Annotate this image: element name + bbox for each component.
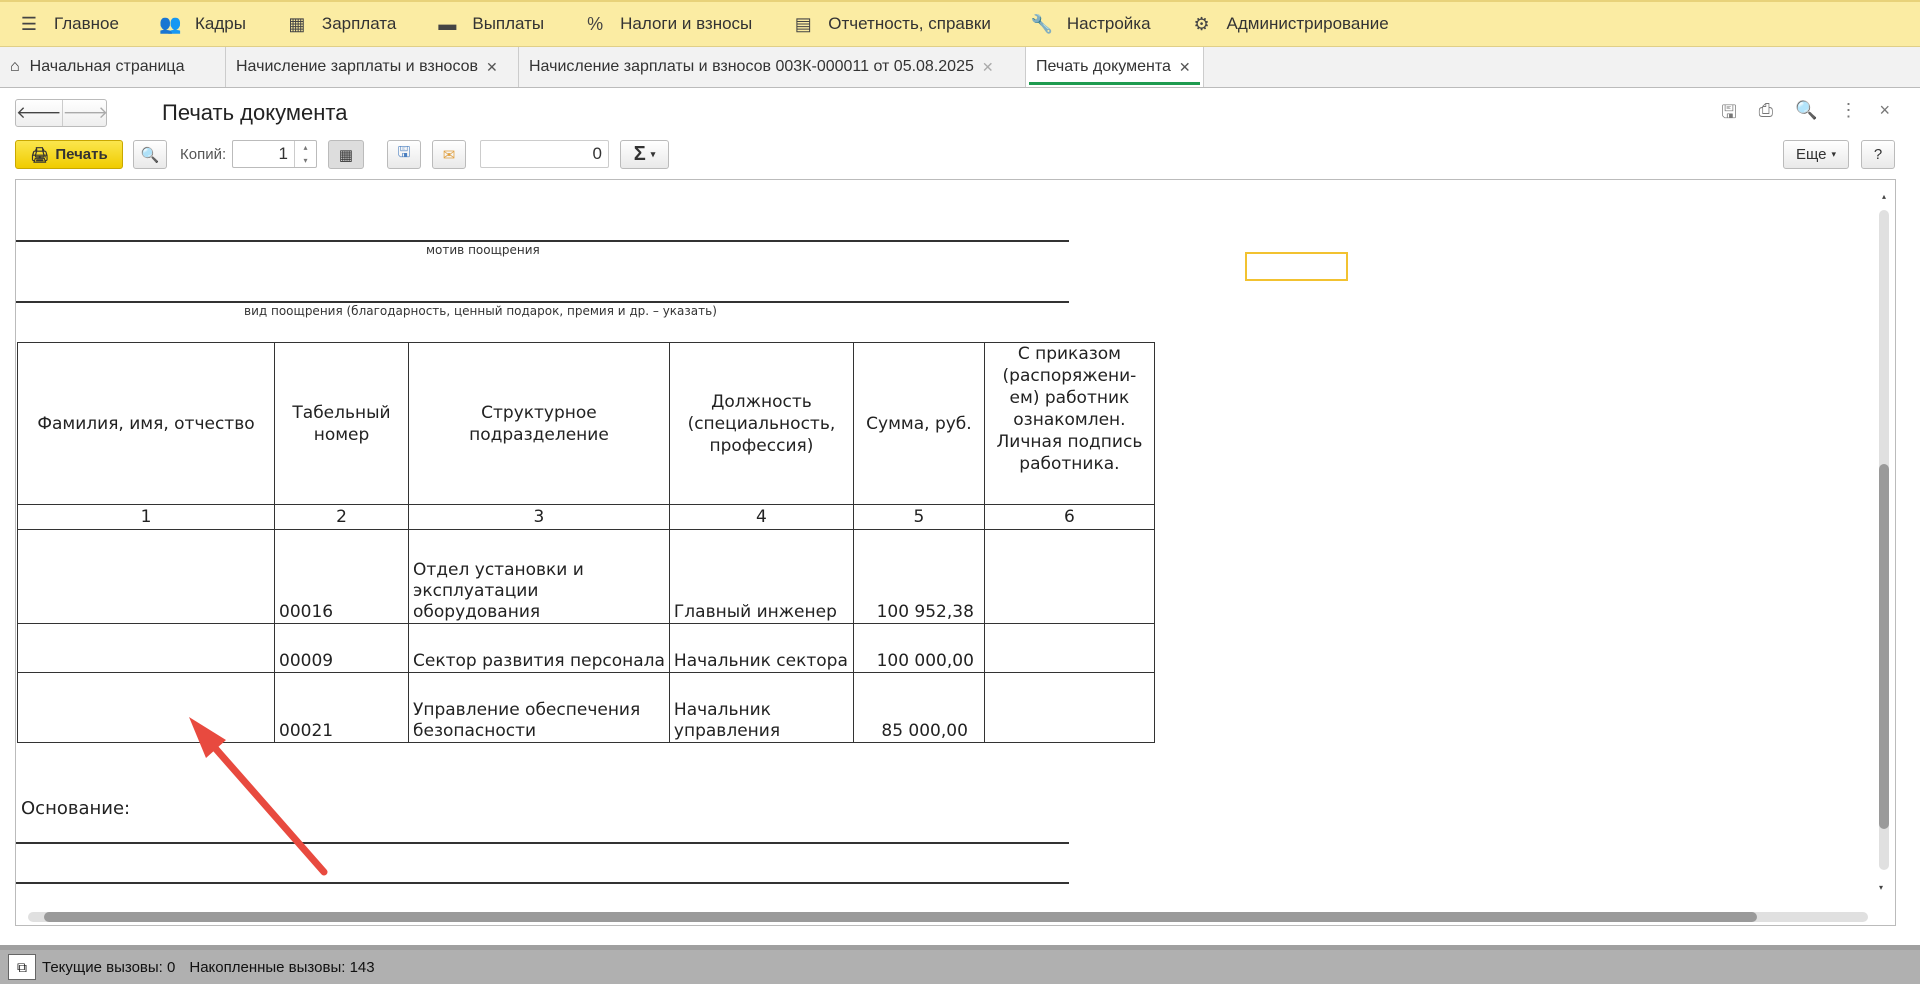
home-icon: ⌂ xyxy=(10,58,20,75)
vertical-scrollbar[interactable]: ▴ ▾ xyxy=(1879,192,1889,892)
current-calls: Текущие вызовы: 0 xyxy=(42,958,176,976)
print-button[interactable]: 🖨 Печать xyxy=(15,140,123,169)
hamburger-icon: ☰ xyxy=(20,13,38,34)
horizontal-scrollbar[interactable] xyxy=(28,912,1868,922)
calculator-icon: ▦ xyxy=(288,13,306,34)
percent-icon: % xyxy=(587,13,604,34)
tab-payroll-list[interactable]: Начисление зарплаты и взносов ✕ xyxy=(226,47,519,87)
dropdown-icon: ▾ xyxy=(1831,149,1837,159)
window-actions: 🖫 ⎙ 🔍 ⋮ × xyxy=(1721,100,1890,130)
more-vert-icon[interactable]: ⋮ xyxy=(1839,100,1857,130)
help-button[interactable]: ? xyxy=(1861,140,1895,169)
people-icon: 👥 xyxy=(158,13,182,34)
menu-taxes[interactable]: % Налоги и взносы xyxy=(584,14,752,35)
vertical-scroll-thumb[interactable] xyxy=(1879,464,1889,829)
table-edit-icon: ▦ xyxy=(338,146,354,164)
more-button[interactable]: Еще ▾ xyxy=(1783,140,1849,169)
preview-icon: 🔍 xyxy=(140,146,160,164)
red-arrow-annotation xyxy=(189,717,328,876)
tab-payroll-doc[interactable]: Начисление зарплаты и взносов 003К-00001… xyxy=(519,47,1026,87)
scroll-down-icon[interactable]: ▾ xyxy=(1879,883,1883,892)
spreadsheet-document[interactable]: мотив поощрения вид поощрения (благодарн… xyxy=(15,179,1896,926)
gear-icon: ⚙ xyxy=(1193,13,1210,34)
menu-payments[interactable]: ▬ Выплаты xyxy=(436,14,544,35)
reports-icon: ▤ xyxy=(794,13,812,34)
server-calls-icon[interactable]: ⧉ xyxy=(8,954,36,980)
menu-main[interactable]: ☰ Главное xyxy=(18,14,119,35)
horizontal-scroll-thumb[interactable] xyxy=(44,912,1757,922)
scroll-up-icon[interactable]: ▴ xyxy=(1879,192,1889,201)
sigma-icon: Σ xyxy=(633,143,646,165)
sum-button[interactable]: Σ ▾ xyxy=(620,140,669,169)
back-button[interactable]: 🡐 xyxy=(16,100,62,126)
wrench-icon: 🔧 xyxy=(1030,13,1054,34)
sum-field[interactable]: 0 xyxy=(480,140,609,168)
preview-icon[interactable]: 🔍 xyxy=(1795,100,1817,130)
close-icon[interactable]: × xyxy=(1879,100,1890,130)
wallet-icon: ▬ xyxy=(438,13,457,34)
printer-icon: 🖨 xyxy=(30,146,50,164)
tab-home[interactable]: ⌂ Начальная страница xyxy=(0,47,226,87)
menu-settings[interactable]: 🔧 Настройка xyxy=(1031,14,1151,35)
tab-bar: ⌂ Начальная страница Начисление зарплаты … xyxy=(0,47,1920,88)
envelope-icon: ✉ xyxy=(442,146,456,164)
floppy-icon: 🖫 xyxy=(397,144,411,161)
copies-label: Копий: xyxy=(180,146,227,163)
spinner[interactable]: ▴ ▾ xyxy=(294,141,316,167)
dropdown-icon: ▾ xyxy=(650,149,656,159)
status-bar: ⧉ Текущие вызовы: 0 Накопленные вызовы: … xyxy=(0,945,1920,984)
close-icon[interactable]: ✕ xyxy=(1179,59,1191,76)
save-icon[interactable]: 🖫 xyxy=(1721,100,1736,130)
close-icon[interactable]: ✕ xyxy=(486,59,498,76)
page-title: Печать документа xyxy=(162,100,348,125)
copies-input[interactable]: 1 ▴ ▾ xyxy=(232,140,317,168)
preview-button[interactable]: 🔍 xyxy=(133,140,167,169)
menu-admin[interactable]: ⚙ Администрирование xyxy=(1191,13,1388,35)
main-menu: ☰ Главное 👥 Кадры ▦ Зарплата ▬ Выплаты % Нало… xyxy=(0,0,1920,47)
menu-hr[interactable]: 👥 Кадры xyxy=(159,14,246,35)
forward-button[interactable]: 🡒 xyxy=(61,100,108,126)
menu-reports[interactable]: ▤ Отчетность, справки xyxy=(792,14,991,35)
selected-cell[interactable] xyxy=(1245,252,1348,281)
email-button[interactable]: ✉ xyxy=(432,140,466,169)
save-button[interactable]: 🖫 xyxy=(387,140,421,169)
tab-print[interactable]: Печать документа ✕ xyxy=(1026,47,1204,87)
accumulated-calls: Накопленные вызовы: 143 xyxy=(189,958,375,976)
edit-table-button[interactable]: ▦ xyxy=(328,140,364,169)
menu-salary[interactable]: ▦ Зарплата xyxy=(286,14,396,35)
close-icon[interactable]: ✕ xyxy=(982,59,994,76)
nav-buttons: 🡐 🡒 xyxy=(15,99,108,127)
print-icon[interactable]: ⎙ xyxy=(1759,100,1773,130)
